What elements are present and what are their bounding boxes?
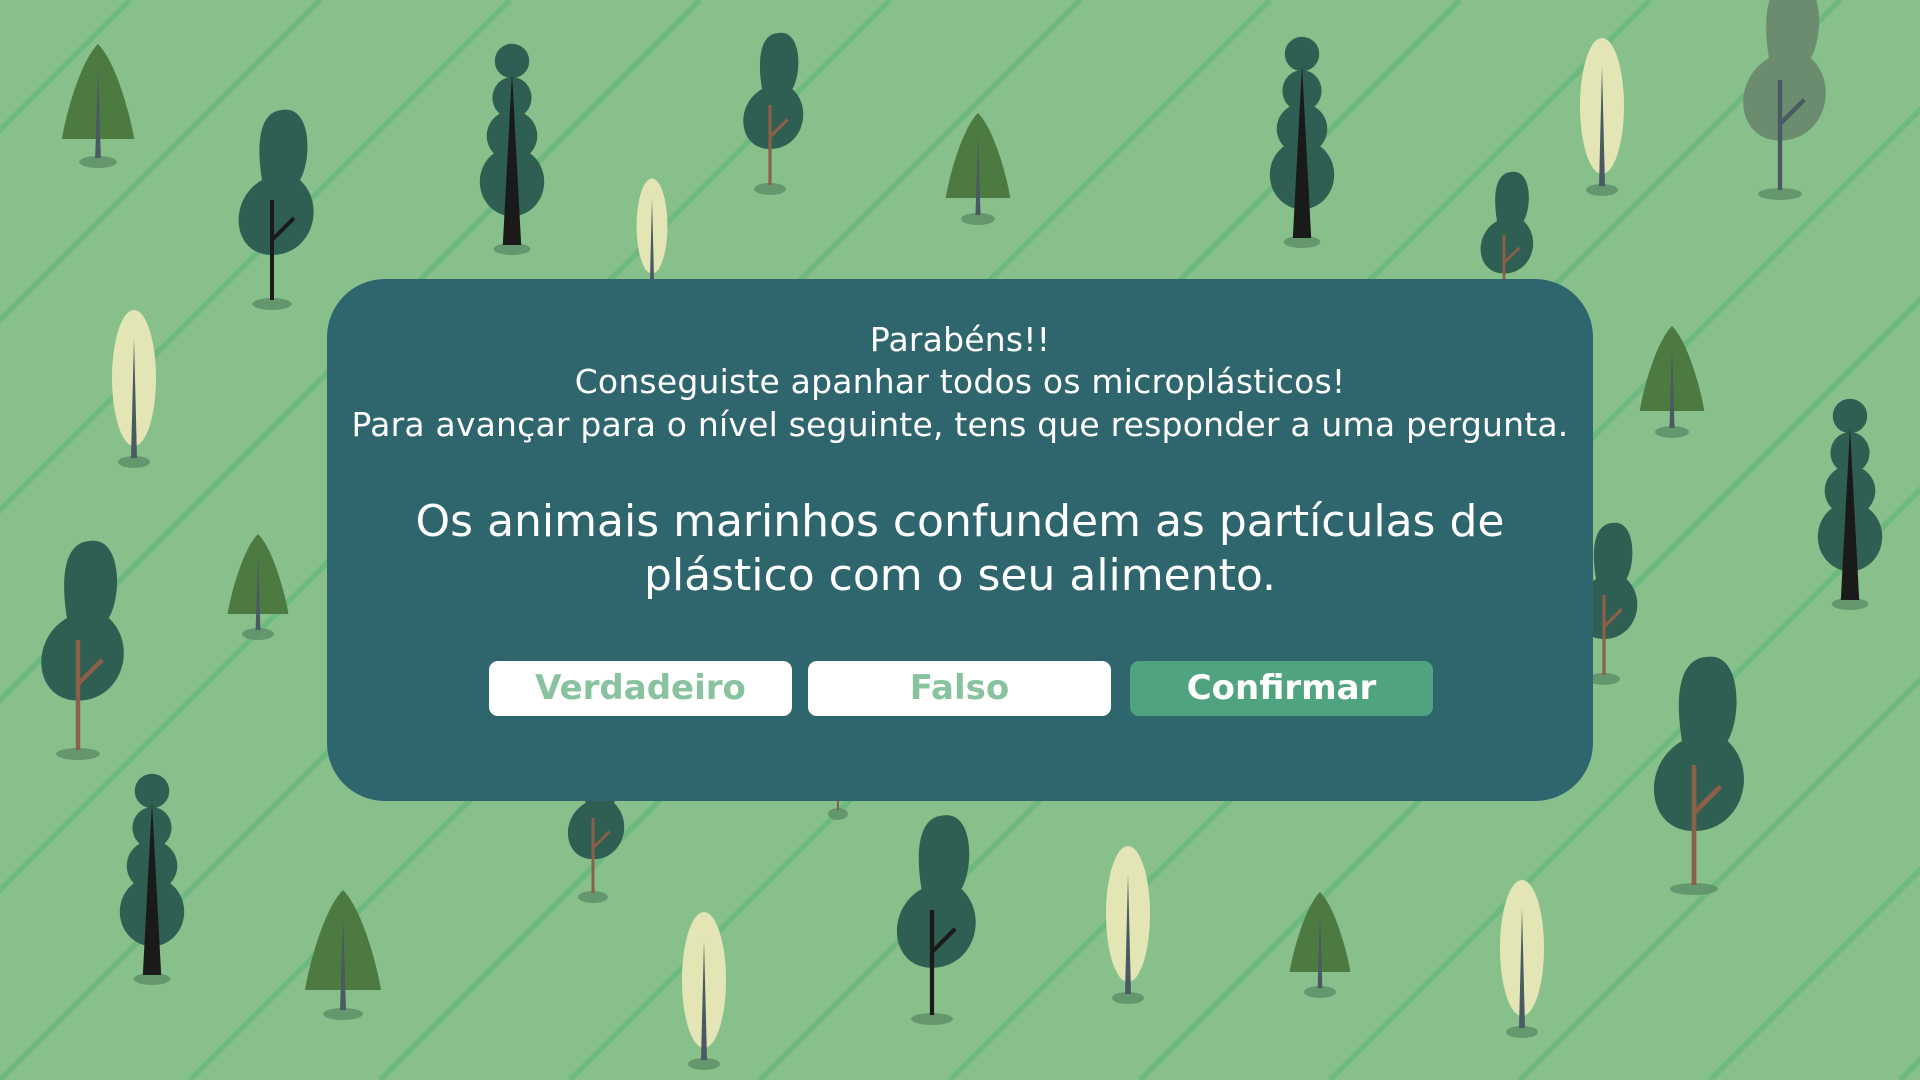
congrats-message: Conseguiste apanhar todos os microplásti…: [574, 362, 1346, 401]
true-button[interactable]: Verdadeiro: [489, 661, 792, 716]
question-dialog: Parabéns!! Conseguiste apanhar todos os …: [327, 279, 1593, 801]
confirm-button[interactable]: Confirmar: [1130, 661, 1433, 716]
instruction-text: Para avançar para o nível seguinte, tens…: [351, 405, 1569, 444]
congrats-title: Parabéns!!: [869, 320, 1051, 359]
question-text-line1: Os animais marinhos confundem as partícu…: [415, 496, 1505, 547]
false-button[interactable]: Falso: [808, 661, 1111, 716]
question-text-line2: plástico com o seu alimento.: [644, 550, 1276, 601]
